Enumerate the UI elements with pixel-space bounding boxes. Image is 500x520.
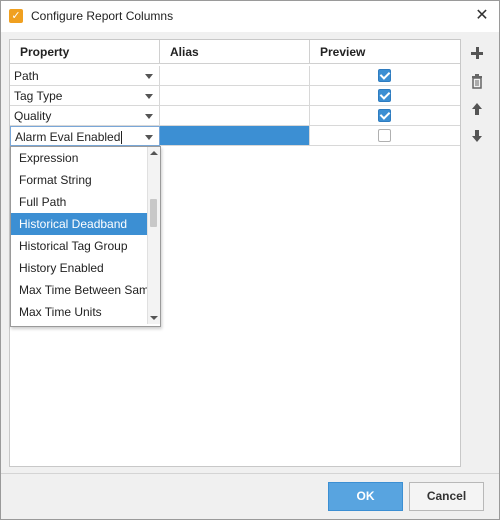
move-up-icon <box>472 103 482 115</box>
dropdown-option[interactable]: Max Time Between Samples <box>11 279 147 301</box>
alias-cell[interactable] <box>160 106 310 126</box>
delete-icon <box>472 74 482 89</box>
dropdown-option[interactable]: Expression <box>11 147 147 169</box>
chevron-down-icon[interactable] <box>145 135 153 140</box>
property-combo-editing[interactable]: Alarm Eval Enabled <box>10 126 160 146</box>
preview-cell <box>310 106 460 126</box>
scroll-down-icon[interactable] <box>150 316 158 320</box>
add-row-button[interactable] <box>469 45 485 61</box>
preview-checkbox[interactable] <box>378 129 391 142</box>
header-preview[interactable]: Preview <box>310 40 460 64</box>
title-bar: ✓ Configure Report Columns ✕ <box>1 1 499 32</box>
header-alias[interactable]: Alias <box>160 40 310 64</box>
preview-checkbox[interactable] <box>378 89 391 102</box>
dropdown-option[interactable]: Full Path <box>11 191 147 213</box>
property-dropdown-list: Expression Format String Full Path Histo… <box>10 146 161 327</box>
property-value: Path <box>14 69 39 83</box>
cancel-button[interactable]: Cancel <box>409 482 484 511</box>
preview-cell <box>310 126 460 146</box>
preview-cell <box>310 66 460 86</box>
alias-cell[interactable] <box>160 66 310 86</box>
delete-row-button[interactable] <box>469 73 485 89</box>
property-combo[interactable]: Path <box>10 66 160 86</box>
dialog-title: Configure Report Columns <box>31 9 174 23</box>
footer-divider <box>1 473 499 474</box>
property-combo[interactable]: Tag Type <box>10 86 160 106</box>
property-combo[interactable]: Quality <box>10 106 160 126</box>
preview-checkbox[interactable] <box>378 109 391 122</box>
scroll-thumb[interactable] <box>150 199 157 227</box>
header-property[interactable]: Property <box>10 40 160 64</box>
alias-cell[interactable] <box>160 86 310 106</box>
dropdown-option[interactable]: Format String <box>11 169 147 191</box>
dropdown-option[interactable]: Max Time Units <box>11 301 147 323</box>
dropdown-scrollbar[interactable] <box>147 147 160 324</box>
dialog-window: ✓ Configure Report Columns ✕ Property Al… <box>0 0 500 520</box>
preview-checkbox[interactable] <box>378 69 391 82</box>
dropdown-option[interactable]: Historical Tag Group <box>11 235 147 257</box>
table-row: Path <box>10 66 460 86</box>
table-row: Tag Type <box>10 86 460 106</box>
dropdown-option-highlighted[interactable]: Historical Deadband <box>11 213 147 235</box>
table-row: Alarm Eval Enabled <box>10 126 460 146</box>
chevron-down-icon[interactable] <box>145 94 153 99</box>
chevron-down-icon[interactable] <box>145 114 153 119</box>
scroll-up-icon[interactable] <box>150 151 158 155</box>
property-value: Quality <box>14 109 52 123</box>
move-down-icon <box>472 130 482 142</box>
ok-button[interactable]: OK <box>328 482 403 511</box>
chevron-down-icon[interactable] <box>145 74 153 79</box>
property-value: Tag Type <box>14 89 63 103</box>
add-icon <box>471 47 483 59</box>
table-row: Quality <box>10 106 460 126</box>
move-up-button[interactable] <box>469 101 485 117</box>
dropdown-option[interactable]: History Enabled <box>11 257 147 279</box>
move-down-button[interactable] <box>469 128 485 144</box>
preview-cell <box>310 86 460 106</box>
app-check-icon: ✓ <box>9 9 23 23</box>
property-value: Alarm Eval Enabled <box>15 130 121 144</box>
text-caret <box>121 131 123 145</box>
close-button[interactable]: ✕ <box>465 1 499 32</box>
alias-cell-selected[interactable] <box>160 126 310 146</box>
